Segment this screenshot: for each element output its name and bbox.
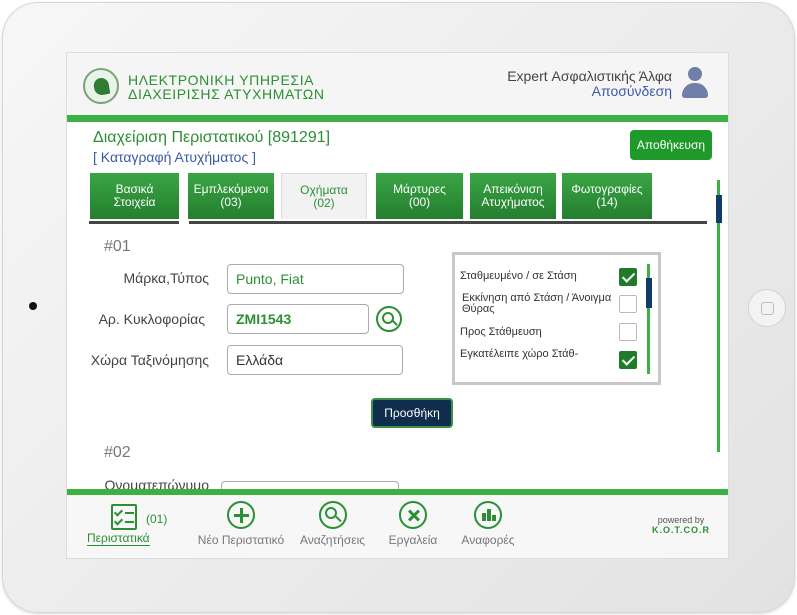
option-label: Προς Στάθμευση xyxy=(460,326,542,338)
organization-name: Expert Ασφαλιστικής Άλφα xyxy=(507,68,672,84)
section-label-2: #02 xyxy=(104,444,131,461)
nav-label: Αναφορές xyxy=(461,533,515,547)
tab-label: Φωτογραφίες xyxy=(571,182,643,196)
brand-line-2: ΔΙΑΧΕΙΡΙΣΗΣ ΑΤΥΧΗΜΑΤΩΝ xyxy=(128,86,325,102)
nav-label: Νέο Περιστατικό xyxy=(197,533,285,547)
tab-sublabel: Στοιχεία xyxy=(113,195,156,209)
tab-sublabel: (14) xyxy=(596,195,618,209)
tab-label: Εμπλεκόμενοι xyxy=(193,182,269,196)
app-screen: ΗΛΕΚΤΡΟΝΙΚΗ ΥΠΗΡΕΣΙΑ ΔΙΑΧΕΙΡΙΣΗΣ ΑΤΥΧΗΜΑ… xyxy=(66,52,729,559)
tab-sublabel: (03) xyxy=(220,195,242,209)
checklist-icon[interactable] xyxy=(111,504,137,530)
app-header: ΗΛΕΚΤΡΟΝΙΚΗ ΥΠΗΡΕΣΙΑ ΔΙΑΧΕΙΡΙΣΗΣ ΑΤΥΧΗΜΑ… xyxy=(67,53,728,115)
nav-label: Αναζητήσεις xyxy=(299,533,366,547)
option-label: Εκκίνηση από Στάση / Άνοιγμα Θύρας xyxy=(462,292,612,315)
nav-search[interactable]: Αναζητήσεις xyxy=(296,501,369,547)
logout-link[interactable]: Αποσύνδεση xyxy=(592,83,672,99)
home-button[interactable] xyxy=(748,289,786,327)
camera-dot xyxy=(29,302,37,310)
option-label: Σταθμευμένο / σε Στάση xyxy=(460,270,577,282)
country-input[interactable]: Ελλάδα xyxy=(227,345,403,375)
option-checkbox[interactable] xyxy=(619,323,637,341)
plate-input[interactable]: ZMI1543 xyxy=(227,304,369,334)
tab-vehicles[interactable]: Οχήματα (02) xyxy=(281,173,367,219)
option-checkbox[interactable] xyxy=(619,268,637,286)
tools-icon xyxy=(399,501,427,529)
options-scrollbar-thumb[interactable] xyxy=(646,278,652,308)
tab-label: Απεικόνιση xyxy=(483,182,543,196)
nav-new-case[interactable]: Νέο Περιστατικό xyxy=(193,501,289,547)
page-subtitle: [ Καταγραφή Ατυχήματος ] xyxy=(93,149,256,165)
nav-tools[interactable]: Εργαλεία xyxy=(385,501,441,547)
option-checkbox[interactable] xyxy=(619,351,637,369)
nav-label: Εργαλεία xyxy=(388,533,438,547)
nav-reports[interactable]: Αναφορές xyxy=(457,501,519,547)
option-checkbox[interactable] xyxy=(619,295,637,313)
tab-accident-sketch[interactable]: Απεικόνιση Ατυχήματος xyxy=(470,173,556,219)
tab-sublabel: (02) xyxy=(313,196,335,210)
country-label: Χώρα Ταξινόμησης xyxy=(90,352,209,368)
tab-photos[interactable]: Φωτογραφίες (14) xyxy=(562,173,652,219)
tab-sublabel: Ατυχήματος xyxy=(481,195,545,209)
tab-label: Οχήματα xyxy=(300,183,348,197)
search-icon[interactable] xyxy=(376,306,402,332)
vehicle-status-panel: Σταθμευμένο / σε Στάση Εκκίνηση από Στάσ… xyxy=(452,252,661,385)
section-label-1: #01 xyxy=(104,238,131,255)
page-title: Διαχείριση Περιστατικού [891291] xyxy=(93,129,331,146)
powered-by: powered by K.O.T.CO.R xyxy=(652,515,710,535)
tab-involved[interactable]: Εμπλεκόμενοι (03) xyxy=(188,173,274,219)
cases-count: (01) xyxy=(146,512,168,526)
page-scrollbar-thumb[interactable] xyxy=(716,195,722,223)
tab-witnesses[interactable]: Μάρτυρες (00) xyxy=(376,173,463,219)
plus-circle-icon xyxy=(227,501,255,529)
save-button[interactable]: Αποθήκευση xyxy=(630,130,712,160)
tab-label: Βασικά xyxy=(115,182,154,196)
plate-label: Αρ. Κυκλοφορίας xyxy=(98,311,205,327)
powered-by-label: powered by xyxy=(657,515,705,525)
leaf-logo-icon xyxy=(83,68,119,104)
make-input[interactable]: Punto, Fiat xyxy=(227,264,404,294)
nav-label: Περιστατικά xyxy=(87,531,150,546)
tab-sublabel: (00) xyxy=(408,195,431,209)
tab-label: Μάρτυρες xyxy=(393,182,446,196)
header-divider xyxy=(67,115,728,122)
powered-by-brand: K.O.T.CO.R xyxy=(651,525,710,535)
make-label: Μάρκα,Τύπος xyxy=(123,270,209,286)
search-icon xyxy=(318,501,347,529)
bar-chart-icon xyxy=(474,501,502,529)
add-button[interactable]: Προσθήκη xyxy=(371,398,453,428)
nav-cases[interactable]: Περιστατικά xyxy=(87,531,150,546)
tab-basic-info[interactable]: Βασικά Στοιχεία xyxy=(90,173,179,219)
option-label: Εγκατέλειπε χώρο Στάθ- xyxy=(460,348,579,360)
user-icon[interactable] xyxy=(682,67,708,99)
